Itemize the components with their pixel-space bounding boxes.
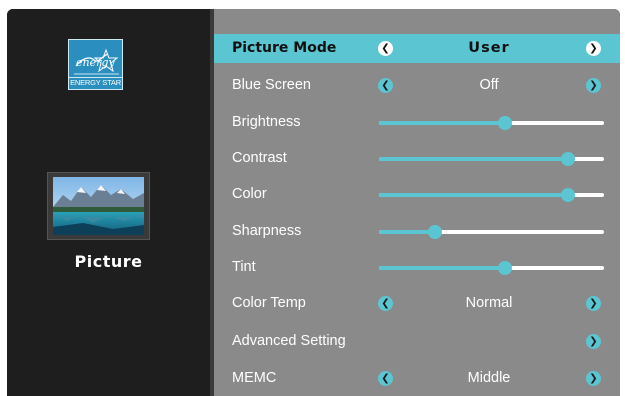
menu-row-label: Blue Screen [232, 77, 311, 93]
slider-knob[interactable] [561, 152, 575, 166]
menu-row-value: User [468, 40, 510, 56]
menu-row-label: Picture Mode [232, 40, 337, 56]
menu-row-color[interactable]: Color [214, 180, 620, 209]
picture-thumbnail [47, 172, 150, 240]
contrast-slider[interactable] [379, 152, 604, 166]
sidebar-panel: energy ENERGY STAR Picture [7, 9, 210, 396]
menu-row-value: Off [479, 77, 499, 93]
menu-row-label: Color [232, 186, 267, 202]
menu-row-label: Contrast [232, 150, 287, 166]
settings-panel: Picture Mode ❮ User ❯ Blue Screen ❮ Off … [214, 9, 620, 396]
chevron-left-icon[interactable]: ❮ [378, 78, 393, 93]
section-title: Picture [74, 252, 143, 271]
landscape-image [53, 177, 144, 235]
menu-row-label: Sharpness [232, 223, 302, 239]
menu-row-label: Brightness [232, 114, 301, 130]
menu-row-tint[interactable]: Tint [214, 253, 620, 282]
menu-row-memc[interactable]: MEMC ❮ Middle ❯ [214, 364, 620, 393]
chevron-left-icon[interactable]: ❮ [378, 296, 393, 311]
menu-row-advanced-setting[interactable]: Advanced Setting ❯ [214, 327, 620, 356]
chevron-right-icon[interactable]: ❯ [586, 371, 601, 386]
slider-fill [379, 193, 568, 197]
menu-row-sharpness[interactable]: Sharpness [214, 217, 620, 246]
chevron-left-icon[interactable]: ❮ [378, 41, 393, 56]
slider-fill [379, 266, 505, 270]
chevron-right-icon[interactable]: ❯ [586, 296, 601, 311]
slider-knob[interactable] [428, 225, 443, 239]
tv-osd-menu: energy ENERGY STAR Picture Picture Mode … [7, 9, 620, 396]
menu-row-label: MEMC [232, 370, 277, 386]
menu-row-blue-screen[interactable]: Blue Screen ❮ Off ❯ [214, 71, 620, 100]
slider-fill [379, 157, 568, 161]
slider-knob[interactable] [561, 188, 575, 202]
menu-row-contrast[interactable]: Contrast [214, 144, 620, 173]
energy-star-script-icon: energy [74, 48, 119, 75]
chevron-left-icon[interactable]: ❮ [378, 371, 393, 386]
brightness-slider[interactable] [379, 116, 604, 130]
color-slider[interactable] [379, 188, 604, 202]
energy-star-logo: energy ENERGY STAR [68, 39, 123, 90]
energy-star-label: ENERGY STAR [69, 77, 122, 88]
menu-row-value: Normal [465, 295, 513, 311]
slider-fill [379, 121, 505, 125]
menu-row-color-temp[interactable]: Color Temp ❮ Normal ❯ [214, 289, 620, 318]
chevron-right-icon[interactable]: ❯ [586, 334, 601, 349]
tint-slider[interactable] [379, 261, 604, 275]
slider-fill [379, 230, 436, 234]
chevron-right-icon[interactable]: ❯ [586, 41, 601, 56]
menu-row-value: Middle [467, 370, 511, 386]
menu-row-label: Advanced Setting [232, 333, 346, 349]
chevron-right-icon[interactable]: ❯ [586, 78, 601, 93]
slider-knob[interactable] [498, 261, 512, 275]
menu-row-label: Color Temp [232, 295, 306, 311]
menu-row-brightness[interactable]: Brightness [214, 108, 620, 137]
menu-row-label: Tint [232, 259, 256, 275]
menu-row-picture-mode[interactable]: Picture Mode ❮ User ❯ [214, 34, 620, 63]
slider-knob[interactable] [498, 116, 512, 130]
sharpness-slider[interactable] [379, 225, 604, 239]
